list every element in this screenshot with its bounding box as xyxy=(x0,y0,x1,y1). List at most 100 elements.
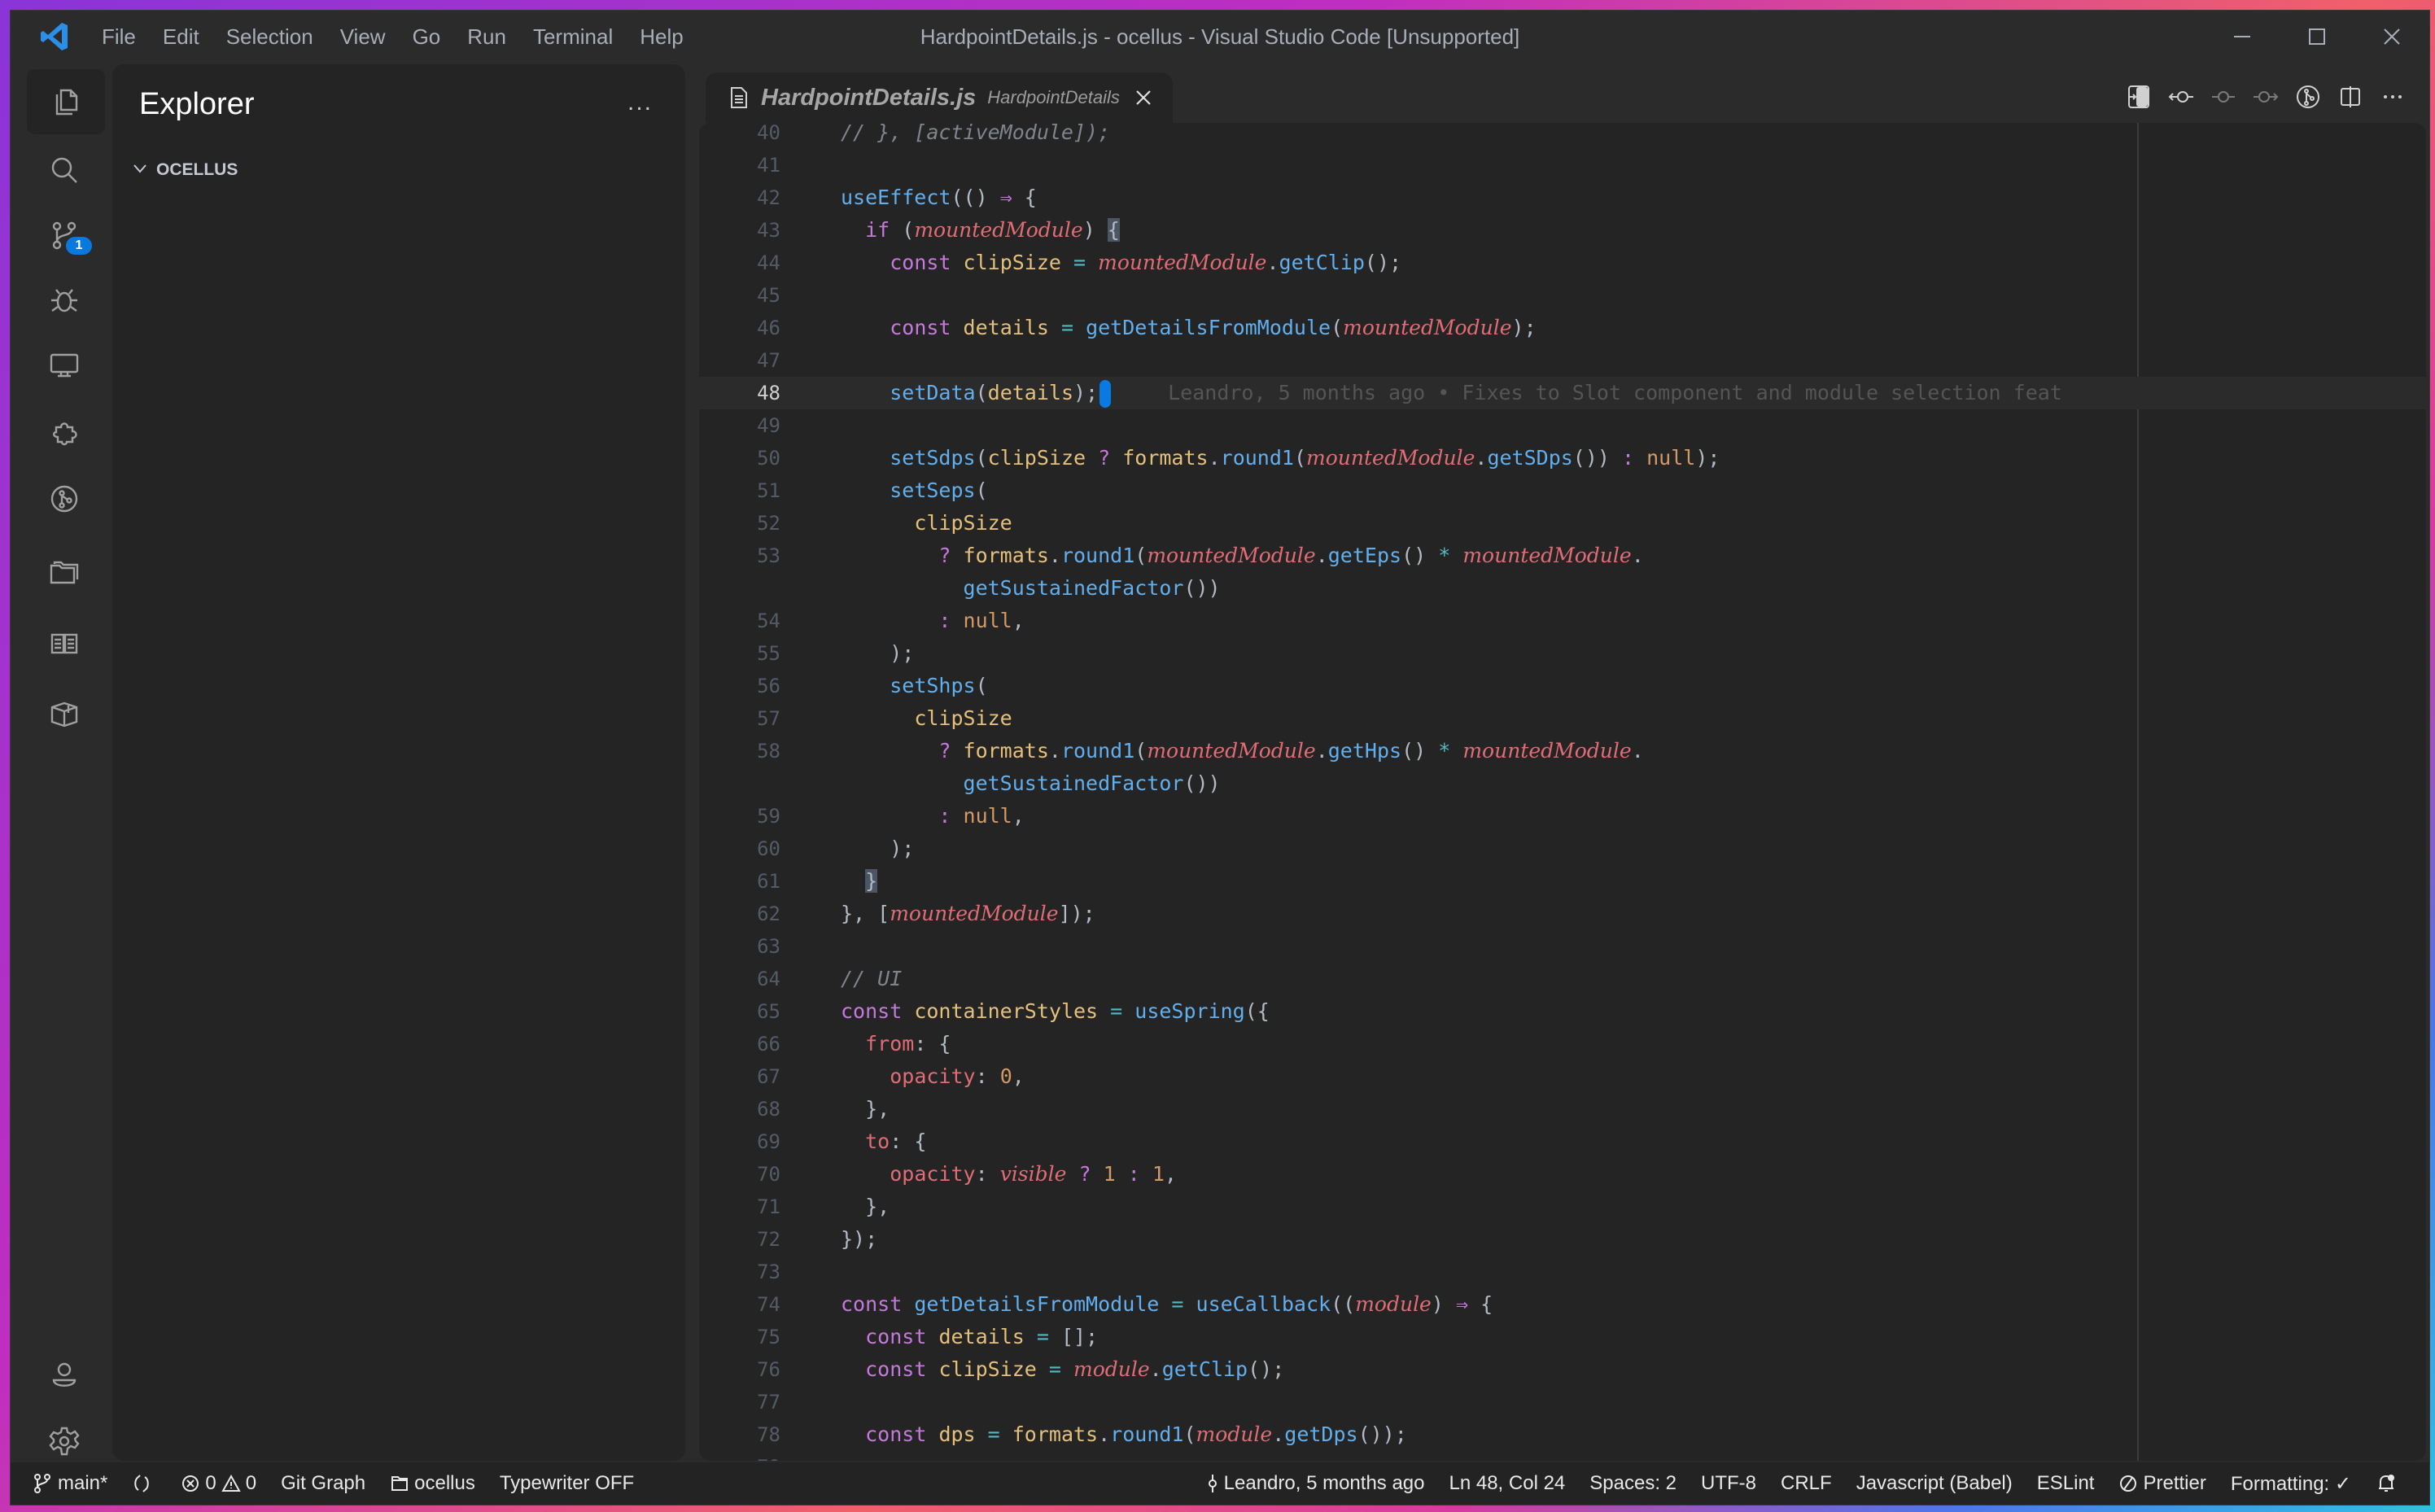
tree-folder[interactable]: HardpointList xyxy=(112,725,685,761)
tree-folder[interactable]: Gauge xyxy=(112,582,685,618)
tree-folder[interactable]: ModuleSelector xyxy=(112,1047,685,1083)
tree-folder[interactable]: Editable xyxy=(112,510,685,546)
code-line[interactable]: 79 xyxy=(699,1451,2426,1461)
indentation-status[interactable]: Spaces: 2 xyxy=(1589,1472,1677,1495)
code-line[interactable]: 58 ? formats.round1(mountedModule.getHps… xyxy=(699,735,2426,767)
code-line[interactable]: 61 } xyxy=(699,865,2426,898)
code-line[interactable]: 73 xyxy=(699,1256,2426,1288)
code-line[interactable]: 72}); xyxy=(699,1223,2426,1256)
next-change-button[interactable] xyxy=(2250,81,2281,112)
code-line[interactable]: 43 if (mountedModule) { xyxy=(699,214,2426,247)
tree-folder[interactable]: ModuleList xyxy=(112,1012,685,1047)
tree-folder[interactable]: MessageHub xyxy=(112,976,685,1012)
activity-accounts[interactable] xyxy=(19,1344,110,1409)
menu-terminal[interactable]: Terminal xyxy=(533,24,613,50)
menu-help[interactable]: Help xyxy=(640,24,683,50)
menu-edit[interactable]: Edit xyxy=(163,24,199,50)
activity-debug[interactable] xyxy=(19,268,110,333)
code-line[interactable]: 76 const clipSize = module.getClip(); xyxy=(699,1353,2426,1386)
more-editor-actions-button[interactable] xyxy=(2377,81,2408,112)
tree-folder[interactable]: HardpointSlots xyxy=(112,761,685,797)
activity-git-graph[interactable] xyxy=(19,466,110,531)
git-graph-status[interactable]: Git Graph xyxy=(281,1472,365,1495)
activity-project-manager[interactable] xyxy=(19,540,110,605)
code-line[interactable]: 45 xyxy=(699,279,2426,312)
tree-folder[interactable]: Charts xyxy=(112,188,685,224)
tree-folder[interactable]: NavItem xyxy=(112,1191,685,1226)
activity-book[interactable] xyxy=(19,611,110,676)
code-line[interactable]: 44 const clipSize = mountedModule.getCli… xyxy=(699,247,2426,279)
code-line[interactable]: 49 xyxy=(699,409,2426,442)
tree-folder[interactable]: CostTable xyxy=(112,224,685,260)
language-status[interactable]: Javascript (Babel) xyxy=(1856,1472,2013,1495)
code-line[interactable]: 71 }, xyxy=(699,1191,2426,1223)
activity-remote-explorer[interactable] xyxy=(19,333,110,398)
tree-folder[interactable]: HardpointsSummary xyxy=(112,797,685,832)
cursor-position-status[interactable]: Ln 48, Col 24 xyxy=(1449,1472,1566,1495)
code-line[interactable]: 62}, [mountedModule]); xyxy=(699,898,2426,930)
code-line[interactable]: 42 useEffect(() ⇒ { xyxy=(699,181,2426,214)
tree-file[interactable]: DetailsView.scss xyxy=(112,403,685,439)
tree-folder[interactable]: DiffView xyxy=(112,439,685,474)
menu-view[interactable]: View xyxy=(340,24,386,50)
eslint-status[interactable]: ESLint xyxy=(2037,1472,2095,1495)
editor-tab[interactable]: HardpointDetails.js HardpointDetails xyxy=(706,72,1173,123)
tree-folder[interactable]: DetailsView xyxy=(112,331,685,367)
activity-extensions[interactable] xyxy=(19,400,110,465)
code-line[interactable]: 68 }, xyxy=(699,1093,2426,1125)
code-line[interactable]: 55 ); xyxy=(699,637,2426,670)
code-line[interactable]: 41 xyxy=(699,149,2426,181)
activity-search[interactable] xyxy=(19,138,110,203)
code-line[interactable]: 77 xyxy=(699,1386,2426,1418)
tree-folder[interactable]: DetailsBlock xyxy=(112,295,685,331)
code-line[interactable]: 51 setSeps( xyxy=(699,474,2426,507)
prettier-status[interactable]: Prettier xyxy=(2118,1472,2206,1495)
eol-status[interactable]: CRLF xyxy=(1781,1472,1832,1495)
tree-folder[interactable]: ErrorBoundary xyxy=(112,546,685,582)
tree-file[interactable]: DetailsView.js xyxy=(112,367,685,403)
tree-folder[interactable]: DataBlock xyxy=(112,260,685,295)
code-line[interactable]: 52 clipSize xyxy=(699,507,2426,540)
workspace-status[interactable]: ocellus xyxy=(390,1472,475,1495)
activity-source-control[interactable]: 1 xyxy=(19,203,110,268)
code-line[interactable]: 65 const containerStyles = useSpring({ xyxy=(699,995,2426,1028)
code-line[interactable]: 59 : null, xyxy=(699,800,2426,832)
code-line[interactable]: 46 const details = getDetailsFromModule(… xyxy=(699,312,2426,344)
tree-folder[interactable]: Search xyxy=(112,1405,685,1441)
code-line[interactable]: 75 const details = []; xyxy=(699,1321,2426,1353)
code-line[interactable]: getSustainedFactor()) xyxy=(699,767,2426,800)
typewriter-status[interactable]: Typewriter OFF xyxy=(500,1472,634,1495)
open-changes-button[interactable] xyxy=(2123,81,2154,112)
close-window-button[interactable] xyxy=(2354,11,2429,63)
formatting-status[interactable]: Formatting: ✓ xyxy=(2231,1472,2351,1496)
git-graph-button[interactable] xyxy=(2293,81,2324,112)
code-line[interactable]: 69 to: { xyxy=(699,1125,2426,1158)
previous-change-button[interactable] xyxy=(2166,81,2197,112)
problems-status[interactable]: 0 0 xyxy=(181,1472,256,1495)
menu-run[interactable]: Run xyxy=(467,24,506,50)
code-line[interactable]: 70 opacity: visible ? 1 : 1, xyxy=(699,1158,2426,1191)
tree-file[interactable]: HardpointDetails.scss xyxy=(112,689,685,725)
code-line[interactable]: 53 ? formats.round1(mountedModule.getEps… xyxy=(699,540,2426,572)
tree-folder[interactable]: ModuleSummary xyxy=(112,1119,685,1155)
workspace-section-header[interactable]: OCELLUS xyxy=(112,155,685,185)
code-line[interactable]: 54 : null, xyxy=(699,605,2426,637)
tree-folder[interactable]: PowerChart xyxy=(112,1298,685,1334)
more-actions-button[interactable]: ... xyxy=(627,89,653,116)
code-line[interactable]: 48 setData(details); Leandro, 5 months ag… xyxy=(699,377,2426,409)
code-line[interactable]: 64 // UI xyxy=(699,963,2426,995)
code-line[interactable]: 50 setSdps(clipSize ? formats.round1(mou… xyxy=(699,442,2426,474)
tree-folder[interactable]: ModuleSubcategory xyxy=(112,1083,685,1119)
menu-file[interactable]: File xyxy=(102,24,136,50)
sync-button[interactable] xyxy=(132,1474,156,1493)
code-line[interactable]: getSustainedFactor()) xyxy=(699,572,2426,605)
code-line[interactable]: 67 opacity: 0, xyxy=(699,1060,2426,1093)
activity-explorer[interactable] xyxy=(27,69,105,134)
code-line[interactable]: 60 ); xyxy=(699,832,2426,865)
go-to-change-button[interactable] xyxy=(2208,81,2239,112)
code-line[interactable]: 78 const dps = formats.round1(module.get… xyxy=(699,1418,2426,1451)
tree-folder[interactable]: OutfitTools xyxy=(112,1262,685,1298)
tree-folder[interactable]: OffenceData xyxy=(112,1226,685,1262)
tree-folder[interactable]: List xyxy=(112,904,685,940)
tree-folder[interactable]: Header xyxy=(112,832,685,868)
